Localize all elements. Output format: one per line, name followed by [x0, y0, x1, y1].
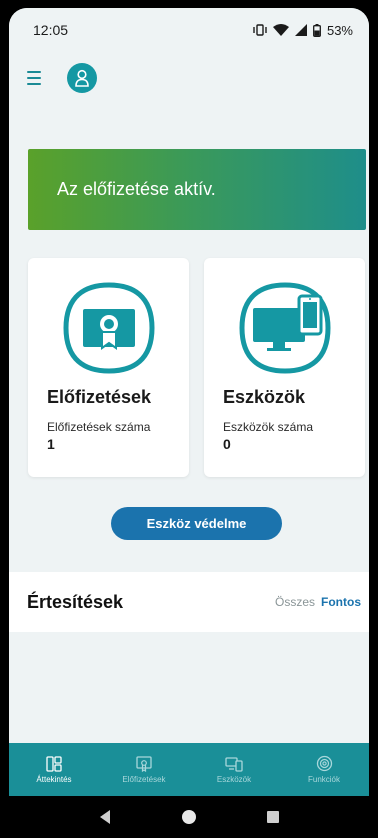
recents-icon[interactable] [266, 810, 280, 824]
card-title: Előfizetések [47, 387, 152, 407]
card-subtitle: Előfizetések száma [47, 420, 151, 434]
certificate-icon [63, 282, 155, 374]
status-icons: 53% [253, 23, 353, 38]
notifications-title: Értesítések [27, 591, 124, 612]
protect-device-button[interactable]: Eszköz védelme [111, 507, 282, 540]
status-time: 12:05 [33, 22, 69, 38]
card-count: 0 [223, 436, 231, 452]
nav-devices[interactable]: Eszközök [189, 743, 279, 796]
card-subtitle: Eszközök száma [223, 420, 314, 434]
nav-overview[interactable]: Áttekintés [9, 743, 99, 796]
app-screen: 12:05 53% Az előfizetése aktív. Előfizet… [9, 8, 369, 838]
nav-subscriptions[interactable]: Előfizetések [99, 743, 189, 796]
top-bar [9, 52, 369, 104]
subscription-status-banner: Az előfizetése aktív. [28, 149, 366, 230]
certificate-icon [136, 755, 152, 772]
devices-card[interactable]: Eszközök Eszközök száma 0 [204, 258, 365, 477]
back-icon[interactable] [98, 809, 112, 825]
gear-icon [316, 755, 332, 772]
devices-icon [239, 282, 331, 374]
banner-text: Az előfizetése aktív. [57, 179, 216, 199]
wifi-icon [272, 24, 289, 36]
tab-important[interactable]: Fontos [321, 595, 361, 609]
menu-icon[interactable] [27, 71, 45, 85]
nav-features[interactable]: Funkciók [279, 743, 369, 796]
notifications-header: Értesítések Összes Fontos [9, 572, 369, 632]
nav-label: Eszközök [216, 774, 252, 784]
card-title: Eszközök [223, 387, 306, 407]
nav-label: Áttekintés [36, 774, 72, 784]
battery-percent: 53% [326, 22, 353, 38]
nav-label: Előfizetések [122, 774, 166, 784]
avatar[interactable] [67, 63, 97, 93]
user-icon [75, 69, 89, 87]
subscriptions-card[interactable]: Előfizetések Előfizetések száma 1 [28, 258, 189, 477]
nav-label: Funkciók [307, 775, 340, 784]
tab-all[interactable]: Összes [275, 595, 315, 609]
battery-icon [313, 23, 321, 37]
overview-icon [46, 755, 62, 772]
status-bar: 12:05 53% [9, 8, 369, 52]
system-navigation-bar [9, 796, 369, 838]
devices-icon [225, 756, 243, 772]
card-count: 1 [47, 436, 55, 452]
home-icon[interactable] [181, 809, 197, 825]
signal-icon [294, 24, 307, 36]
bottom-navigation: Áttekintés Előfizetések Eszközök Funkció… [9, 743, 369, 796]
vibrate-icon [253, 24, 267, 36]
